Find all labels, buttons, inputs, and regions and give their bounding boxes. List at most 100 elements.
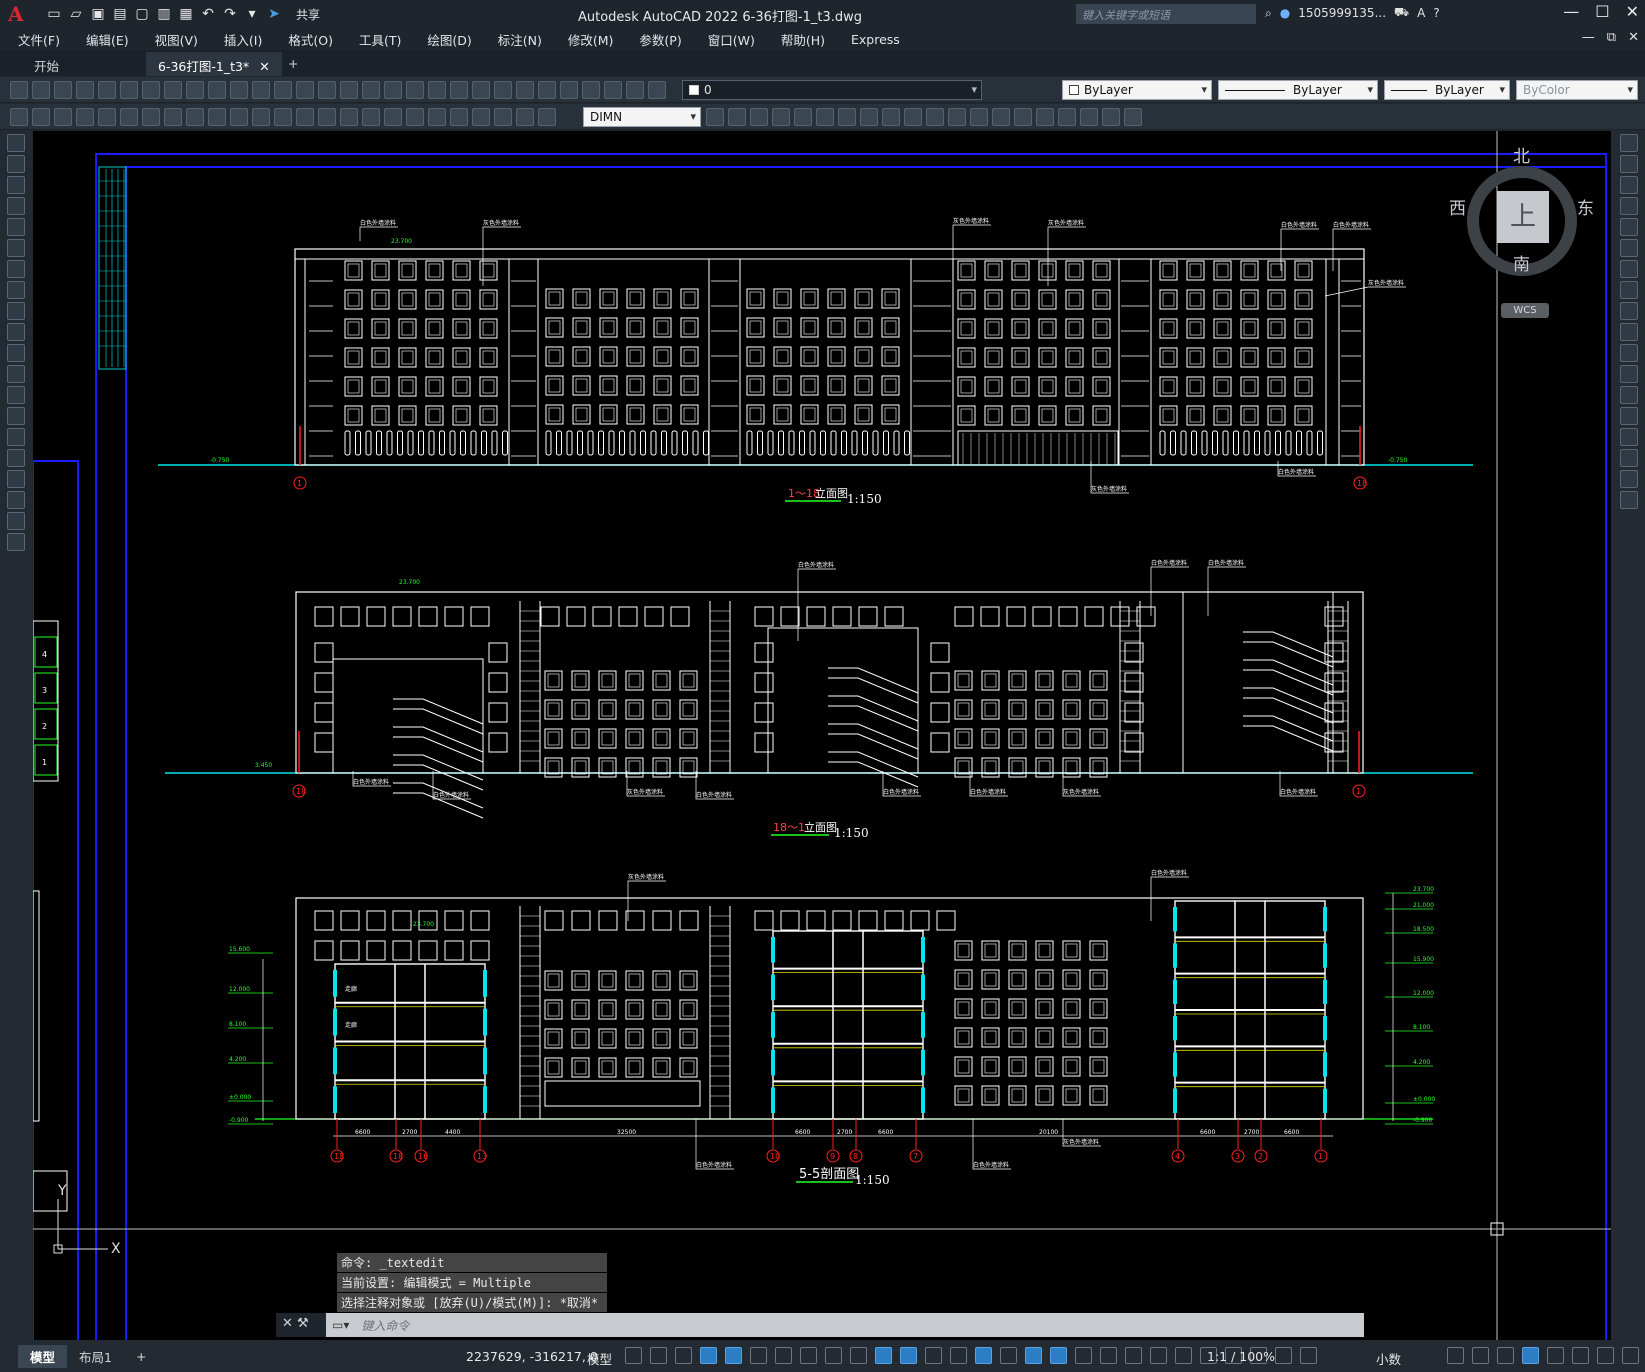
modify-panel-tool-9-icon[interactable] xyxy=(1620,302,1638,320)
standard-tool-26-icon[interactable] xyxy=(560,81,578,99)
undo-icon[interactable]: ↶ xyxy=(200,6,216,22)
modify-panel-tool-10-icon[interactable] xyxy=(1620,323,1638,341)
draw-tool-3-icon[interactable] xyxy=(7,176,25,194)
modify-panel-tool-17-icon[interactable] xyxy=(1620,470,1638,488)
standard-tool-7-icon[interactable] xyxy=(142,81,160,99)
command-prompt-icon[interactable]: ▭▾ xyxy=(326,1318,355,1332)
standard-tool-16-icon[interactable] xyxy=(340,81,358,99)
standard-tool-12-icon[interactable] xyxy=(252,81,270,99)
status-toggle-4-icon[interactable] xyxy=(700,1347,717,1364)
plot-icon[interactable]: ▦ xyxy=(178,6,194,22)
standard-tool-14-icon[interactable] xyxy=(296,81,314,99)
dimension-tool-7-icon[interactable] xyxy=(142,108,160,126)
standard-tool-9-icon[interactable] xyxy=(186,81,204,99)
draw-tool-11-icon[interactable] xyxy=(7,344,25,362)
new-file-icon[interactable]: ▭ xyxy=(46,6,62,22)
standard-tool-18-icon[interactable] xyxy=(384,81,402,99)
status-tool-4-icon[interactable] xyxy=(1522,1347,1539,1364)
doc-minimize-button[interactable]: — xyxy=(1582,30,1595,45)
draw-tool-12-icon[interactable] xyxy=(7,365,25,383)
compass-east[interactable]: 东 xyxy=(1577,194,1594,219)
draw-tool-14-icon[interactable] xyxy=(7,407,25,425)
modify-tool-6-icon[interactable] xyxy=(816,108,834,126)
compass-south[interactable]: 南 xyxy=(1513,250,1530,275)
close-button[interactable]: ✕ xyxy=(1626,2,1639,21)
status-toggle-9-icon[interactable] xyxy=(825,1347,842,1364)
new-tab-button[interactable]: + xyxy=(276,52,310,76)
tab-model[interactable]: 模型 xyxy=(18,1345,68,1368)
status-toggle-15-icon[interactable] xyxy=(975,1347,992,1364)
menu-format[interactable]: 格式(O) xyxy=(288,30,333,49)
status-tool-7-icon[interactable] xyxy=(1597,1347,1614,1364)
status-toggle-21-icon[interactable] xyxy=(1125,1347,1142,1364)
dimension-tool-5-icon[interactable] xyxy=(98,108,116,126)
draw-tool-10-icon[interactable] xyxy=(7,323,25,341)
modify-tool-7-icon[interactable] xyxy=(838,108,856,126)
maximize-button[interactable]: ☐ xyxy=(1595,2,1609,21)
menu-edit[interactable]: 编辑(E) xyxy=(86,30,129,49)
viewcube-top-face[interactable]: 上 xyxy=(1497,191,1549,243)
draw-tool-1-icon[interactable] xyxy=(7,134,25,152)
dimension-tool-21-icon[interactable] xyxy=(450,108,468,126)
draw-tool-15-icon[interactable] xyxy=(7,428,25,446)
cart-icon[interactable]: ⛟ xyxy=(1394,5,1409,21)
command-input[interactable]: 键入命令 xyxy=(355,1317,1364,1334)
status-toggle-11-icon[interactable] xyxy=(875,1347,892,1364)
dimension-tool-8-icon[interactable] xyxy=(164,108,182,126)
standard-tool-3-icon[interactable] xyxy=(54,81,72,99)
draw-tool-8-icon[interactable] xyxy=(7,281,25,299)
modify-tool-1-icon[interactable] xyxy=(706,108,724,126)
standard-tool-5-icon[interactable] xyxy=(98,81,116,99)
modify-tool-12-icon[interactable] xyxy=(948,108,966,126)
dimension-tool-18-icon[interactable] xyxy=(384,108,402,126)
share-icon[interactable]: ➤ xyxy=(266,6,282,22)
modify-panel-tool-8-icon[interactable] xyxy=(1620,281,1638,299)
modify-panel-tool-2-icon[interactable] xyxy=(1620,155,1638,173)
modify-tool-20-icon[interactable] xyxy=(1124,108,1142,126)
standard-tool-4-icon[interactable] xyxy=(76,81,94,99)
modify-tool-4-icon[interactable] xyxy=(772,108,790,126)
modify-panel-tool-7-icon[interactable] xyxy=(1620,260,1638,278)
units-dropdown[interactable]: 小数 xyxy=(1376,1349,1401,1368)
menu-tools[interactable]: 工具(T) xyxy=(359,30,401,49)
status-toggle-23-icon[interactable] xyxy=(1175,1347,1192,1364)
status-toggle-18-icon[interactable] xyxy=(1050,1347,1067,1364)
dimension-tool-15-icon[interactable] xyxy=(318,108,336,126)
standard-tool-20-icon[interactable] xyxy=(428,81,446,99)
status-toggle-16-icon[interactable] xyxy=(1000,1347,1017,1364)
tab-start[interactable]: 开始 xyxy=(22,52,71,76)
modify-tool-8-icon[interactable] xyxy=(860,108,878,126)
dimension-tool-9-icon[interactable] xyxy=(186,108,204,126)
draw-tool-18-icon[interactable] xyxy=(7,491,25,509)
save-icon[interactable]: ▣ xyxy=(90,6,106,22)
modify-panel-tool-14-icon[interactable] xyxy=(1620,407,1638,425)
share-label[interactable]: 共享 xyxy=(296,6,320,23)
modify-tool-14-icon[interactable] xyxy=(992,108,1010,126)
command-close-icon[interactable]: ✕ xyxy=(282,1316,293,1331)
draw-tool-17-icon[interactable] xyxy=(7,470,25,488)
standard-tool-10-icon[interactable] xyxy=(208,81,226,99)
search-icon[interactable]: ⌕ xyxy=(1265,6,1272,21)
modify-tool-9-icon[interactable] xyxy=(882,108,900,126)
standard-tool-2-icon[interactable] xyxy=(32,81,50,99)
modify-tool-19-icon[interactable] xyxy=(1102,108,1120,126)
modify-tool-17-icon[interactable] xyxy=(1058,108,1076,126)
modify-panel-tool-16-icon[interactable] xyxy=(1620,449,1638,467)
draw-tool-4-icon[interactable] xyxy=(7,197,25,215)
standard-tool-6-icon[interactable] xyxy=(120,81,138,99)
status-tool-6-icon[interactable] xyxy=(1572,1347,1589,1364)
standard-tool-25-icon[interactable] xyxy=(538,81,556,99)
tab-layout1[interactable]: 布局1 xyxy=(67,1345,124,1368)
menu-file[interactable]: 文件(F) xyxy=(18,30,60,49)
open-file-icon[interactable]: ▱ xyxy=(68,6,84,22)
status-toggle-22-icon[interactable] xyxy=(1150,1347,1167,1364)
modify-tool-5-icon[interactable] xyxy=(794,108,812,126)
dimension-tool-17-icon[interactable] xyxy=(362,108,380,126)
color-dropdown[interactable]: ByLayer xyxy=(1062,80,1212,100)
standard-tool-27-icon[interactable] xyxy=(582,81,600,99)
doc-close-button[interactable]: ✕ xyxy=(1628,30,1639,45)
dimension-tool-20-icon[interactable] xyxy=(428,108,446,126)
save-as-icon[interactable]: ▤ xyxy=(112,6,128,22)
status-toggle-14-icon[interactable] xyxy=(950,1347,967,1364)
dimstyle-dropdown[interactable]: DIMN xyxy=(583,107,701,127)
